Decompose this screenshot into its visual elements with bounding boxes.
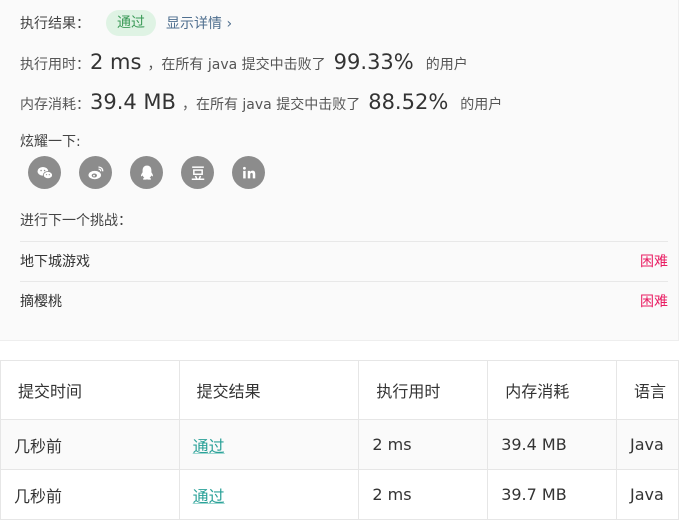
linkedin-icon[interactable]	[232, 156, 265, 189]
cell-memory: 39.4 MB	[487, 419, 618, 470]
next-problem-item[interactable]: 摘樱桃 困难	[20, 281, 668, 320]
memory-suffix: 的用户	[460, 97, 503, 113]
problem-title: 地下城游戏	[20, 254, 90, 270]
memory-label: 内存消耗：	[20, 97, 90, 113]
next-problem-item[interactable]: 地下城游戏 困难	[20, 241, 668, 280]
cell-time: 几秒前	[0, 419, 180, 470]
table-row: 几秒前 通过 2 ms 39.7 MB Java	[0, 469, 679, 520]
result-link[interactable]: 通过	[193, 487, 225, 506]
next-challenge-label: 进行下一个挑战：	[20, 213, 132, 229]
table-header-row: 提交时间 提交结果 执行用时 内存消耗 语言	[0, 360, 679, 420]
cell-language: Java	[616, 469, 679, 520]
weibo-icon[interactable]	[79, 156, 112, 189]
col-header-language: 语言	[616, 360, 679, 420]
chevron-right-icon: ›	[226, 16, 233, 32]
runtime-suffix: 的用户	[425, 57, 468, 73]
share-label: 炫耀一下:	[20, 134, 81, 150]
memory-percent: 88.52%	[368, 90, 449, 114]
wechat-icon[interactable]	[28, 156, 61, 189]
col-header-runtime: 执行用时	[358, 360, 489, 420]
runtime-mid-text: ，在所有 java 提交中击败了	[147, 57, 326, 73]
col-header-submit-time: 提交时间	[0, 360, 180, 420]
show-details-label: 显示详情	[166, 16, 222, 32]
runtime-value: 2 ms	[90, 50, 142, 74]
problem-title: 摘樱桃	[20, 294, 62, 310]
cell-time: 几秒前	[0, 469, 180, 520]
share-icons	[28, 156, 265, 189]
cell-runtime: 2 ms	[358, 419, 489, 470]
cell-memory: 39.7 MB	[487, 469, 618, 520]
show-details-link[interactable]: 显示详情 ›	[166, 13, 232, 33]
result-panel: 执行结果： 通过 显示详情 › 执行用时： 2 ms ，在所有 java 提交中…	[0, 0, 679, 341]
status-badge: 通过	[106, 10, 156, 36]
cell-runtime: 2 ms	[358, 469, 489, 520]
cell-language: Java	[616, 419, 679, 470]
runtime-percent: 99.33%	[333, 50, 414, 74]
submissions-table: 提交时间 提交结果 执行用时 内存消耗 语言 几秒前 通过 2 ms 39.4 …	[0, 360, 679, 520]
qq-icon[interactable]	[130, 156, 163, 189]
runtime-stat: 执行用时： 2 ms ，在所有 java 提交中击败了 99.33% 的用户	[20, 50, 468, 74]
difficulty-badge: 困难	[640, 294, 668, 310]
result-link[interactable]: 通过	[193, 437, 225, 456]
memory-value: 39.4 MB	[90, 90, 176, 114]
result-row: 执行结果： 通过 显示详情 ›	[20, 10, 232, 36]
cell-result: 通过	[178, 469, 360, 520]
douban-icon[interactable]	[181, 156, 214, 189]
col-header-submit-result: 提交结果	[178, 360, 360, 420]
memory-stat: 内存消耗： 39.4 MB ，在所有 java 提交中击败了 88.52% 的用…	[20, 90, 502, 114]
result-label: 执行结果：	[20, 16, 90, 32]
table-row: 几秒前 通过 2 ms 39.4 MB Java	[0, 419, 679, 470]
col-header-memory: 内存消耗	[487, 360, 618, 420]
difficulty-badge: 困难	[640, 254, 668, 270]
runtime-label: 执行用时：	[20, 57, 90, 73]
memory-mid-text: ，在所有 java 提交中击败了	[181, 97, 361, 113]
cell-result: 通过	[178, 419, 360, 470]
